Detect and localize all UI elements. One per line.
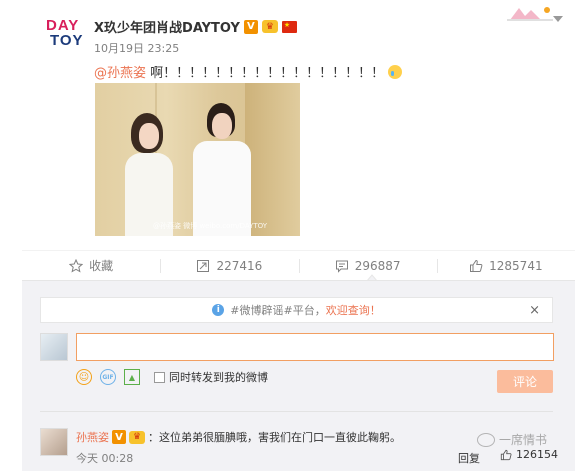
favorite-button[interactable]: 收藏 [22,251,160,280]
comment-time: 今天 00:28 [76,452,134,465]
wechat-icon [477,432,495,447]
mention-link[interactable]: @孙燕姿 [94,66,146,81]
submit-comment-button[interactable]: 评论 [497,370,553,393]
notice-text: #微博辟谣#平台， [230,304,326,317]
commenter-avatar[interactable] [40,428,68,456]
thumbs-up-icon [500,449,512,460]
author-name[interactable]: X玖少年团肖战DAYTOY [94,17,240,36]
weibo-post: DAY TOY X玖少年团肖战DAYTOY V ♛ 10月19日 23:25 @… [0,0,575,250]
reply-button[interactable]: 回复 [458,450,480,466]
repost-count: 227416 [216,258,263,273]
star-icon [69,258,84,273]
thumbs-up-icon [470,259,483,272]
comment-tools: ☺ GIF ▲ 同时转发到我的微博 [76,369,268,385]
verified-badge-icon[interactable]: V [243,19,258,34]
post-time[interactable]: 10月19日 23:25 [94,40,179,56]
notice-link[interactable]: 欢迎查询！ [326,302,381,318]
like-count: 1285741 [489,258,543,273]
comment-like-button[interactable]: 126154 [500,448,558,461]
avatar-logo-text-top: DAY [46,17,80,34]
crown-badge-icon[interactable]: ♛ [129,430,145,444]
watermark-text: 一席情书 [499,433,548,447]
info-icon: i [212,304,225,316]
chevron-down-icon[interactable] [553,16,563,22]
repost-checkbox[interactable] [154,371,165,383]
commenter-name[interactable]: 孙燕姿 [76,429,109,445]
comment-divider [40,411,553,412]
avatar-logo-text-bottom: TOY [50,32,84,49]
comment-like-count: 126154 [516,448,558,461]
repost-button[interactable]: 227416 [160,251,298,280]
author-row: X玖少年团肖战DAYTOY V ♛ [94,17,297,36]
image-person-woman-face [139,123,159,149]
current-user-avatar[interactable] [40,333,68,361]
gif-icon[interactable]: GIF [100,369,116,385]
post-actions-bar: 收藏 227416 296887 1285741 [22,250,575,280]
comment-input[interactable] [76,333,554,361]
close-icon[interactable]: × [529,303,540,318]
image-watermark: @孙燕姿 微博 weibo.com/DAYTOY [153,222,268,230]
comment-section: i #微博辟谣#平台， 欢迎查询！ × ☺ GIF ▲ 同时转发到我的微博 评论 … [22,280,575,471]
account-watermark: 一席情书 [477,431,547,448]
china-flag-icon [281,20,297,33]
image-person-man-face [212,113,232,139]
image-door [245,83,300,236]
crying-emoji-icon [388,65,403,79]
author-avatar[interactable]: DAY TOY [46,17,84,52]
comment-body: ：这位弟弟很腼腆哦，害我们在门口一直彼此鞠躬。 [148,431,401,444]
post-text: @孙燕姿 啊！！！！！！！！！！！！！！！！！ [94,62,403,81]
crown-badge-icon[interactable]: ♛ [261,20,278,33]
image-upload-icon[interactable]: ▲ [124,369,140,385]
favorite-label: 收藏 [89,259,114,273]
emoji-icon[interactable]: ☺ [76,369,92,385]
repost-checkbox-text: 同时转发到我的微博 [169,371,268,384]
verified-badge-icon[interactable]: V [112,430,126,444]
repost-icon [197,259,210,272]
comment-count: 296887 [354,258,401,273]
comment-icon [335,260,348,273]
repost-checkbox-label[interactable]: 同时转发到我的微博 [154,369,268,385]
decoration-icon [507,7,553,21]
like-button[interactable]: 1285741 [436,251,575,280]
post-body: 啊！！！！！！！！！！！！！！！！！ [146,66,385,81]
comment-text-row: 孙燕姿 V ♛ ：这位弟弟很腼腆哦，害我们在门口一直彼此鞠躬。 [76,429,401,445]
rumor-notice-bar: i #微博辟谣#平台， 欢迎查询！ × [40,297,553,323]
post-image[interactable]: @孙燕姿 微博 weibo.com/DAYTOY [95,83,300,236]
